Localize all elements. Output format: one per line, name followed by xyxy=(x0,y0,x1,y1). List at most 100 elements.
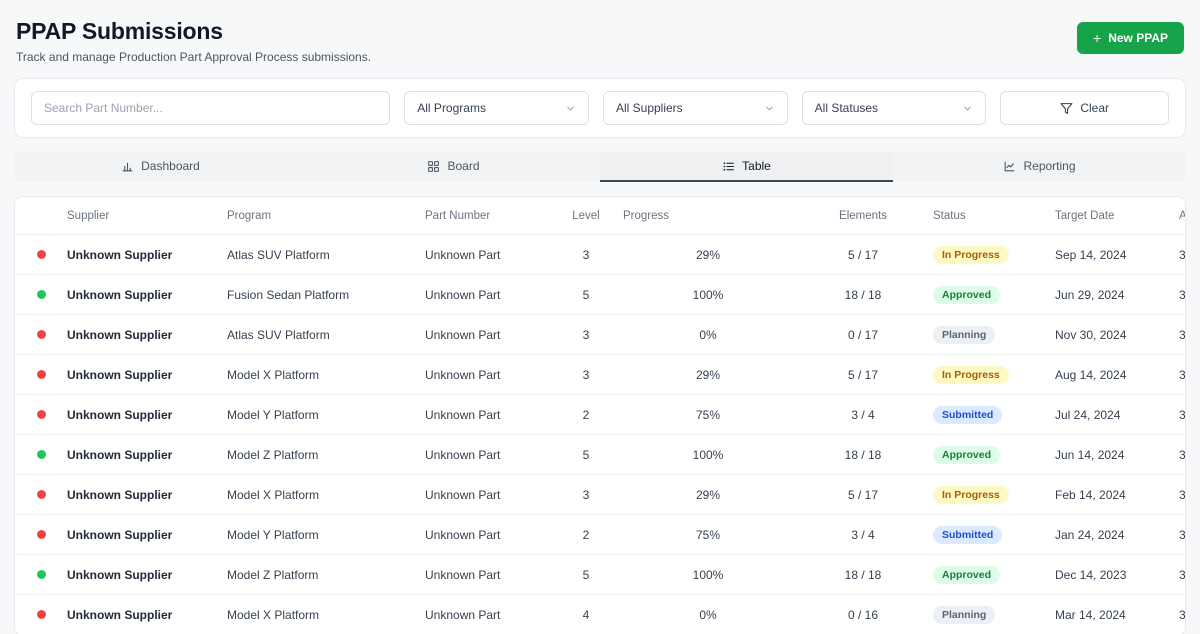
submissions-table: Supplier Program Part Number Level Progr… xyxy=(14,196,1186,634)
cell-elements: 18 / 18 xyxy=(844,447,882,462)
table-row[interactable]: Unknown Supplier Model Z Platform Unknown … xyxy=(15,555,1185,595)
cell-elements: 5 / 17 xyxy=(847,247,879,262)
cell-part-number: Unknown Part xyxy=(425,327,501,342)
status-dot xyxy=(15,448,61,462)
status-badge: Planning xyxy=(933,325,996,344)
cell-aging: 3d xyxy=(1179,367,1186,382)
table-row[interactable]: Unknown Supplier Model X Platform Unknown … xyxy=(15,595,1185,634)
cell-elements: 3 / 4 xyxy=(851,527,875,542)
cell-target-date: Aug 14, 2024 xyxy=(1055,367,1127,382)
cell-target-date: Nov 30, 2024 xyxy=(1055,327,1127,342)
status-badge: In Progress xyxy=(933,485,1009,504)
tab-board[interactable]: Board xyxy=(307,152,600,182)
cell-target-date: Jan 24, 2024 xyxy=(1055,527,1125,542)
cell-program: Model Y Platform xyxy=(227,527,319,542)
status-dot-icon xyxy=(37,409,46,419)
cell-progress: 0% xyxy=(699,608,717,622)
tab-reporting[interactable]: Reporting xyxy=(893,152,1186,182)
status-dot-icon xyxy=(37,449,46,459)
status-badge: Approved xyxy=(933,565,1001,584)
header-elements: Elements xyxy=(839,209,887,222)
programs-select[interactable]: All Programs xyxy=(404,91,589,125)
cell-supplier: Unknown Supplier xyxy=(67,608,173,622)
filters-bar: All Programs All Suppliers All Statuses … xyxy=(14,78,1186,138)
table-row[interactable]: Unknown Supplier Atlas SUV Platform Unknow… xyxy=(15,235,1185,275)
cell-progress: 100% xyxy=(692,567,724,582)
cell-supplier: Unknown Supplier xyxy=(67,447,173,462)
cell-program: Model X Platform xyxy=(227,608,320,622)
table-body: Unknown Supplier Atlas SUV Platform Unknow… xyxy=(15,235,1185,634)
cell-progress: 0% xyxy=(699,327,717,342)
cell-program: Model X Platform xyxy=(227,487,320,502)
header-level: Level xyxy=(572,209,600,222)
tab-reporting-label: Reporting xyxy=(1023,159,1076,173)
cell-target-date: Jul 24, 2024 xyxy=(1055,407,1121,422)
cell-aging: 3d xyxy=(1179,287,1186,302)
cell-elements: 3 / 4 xyxy=(851,407,875,422)
new-ppap-button[interactable]: + New PPAP xyxy=(1077,22,1184,54)
page-header-text: PPAP Submissions Track and manage Produc… xyxy=(16,18,371,64)
cell-target-date: Dec 14, 2023 xyxy=(1055,567,1127,582)
cell-program: Model Z Platform xyxy=(227,567,319,582)
cell-level: 3 xyxy=(582,367,590,382)
cell-aging: 3d xyxy=(1179,487,1186,502)
cell-part-number: Unknown Part xyxy=(425,367,501,382)
header-supplier: Supplier xyxy=(67,209,110,222)
statuses-select-value: All Statuses xyxy=(814,101,879,115)
status-badge: In Progress xyxy=(933,245,1009,264)
cell-supplier: Unknown Supplier xyxy=(67,327,173,342)
cell-program: Fusion Sedan Platform xyxy=(227,287,350,302)
new-ppap-button-label: New PPAP xyxy=(1108,31,1168,45)
status-dot-icon xyxy=(37,610,46,619)
status-dot xyxy=(15,248,61,262)
view-tabs: Dashboard Board Table Reporting xyxy=(14,152,1186,182)
status-dot-icon xyxy=(37,249,46,259)
header-aging: Aging xyxy=(1179,209,1186,222)
status-dot-icon xyxy=(37,569,46,579)
bar-chart-icon xyxy=(121,160,134,173)
cell-supplier: Unknown Supplier xyxy=(67,527,173,542)
table-list-icon xyxy=(722,160,735,173)
cell-status: Approved xyxy=(927,285,1049,304)
cell-part-number: Unknown Part xyxy=(425,247,501,262)
cell-aging: 3d xyxy=(1179,247,1186,262)
suppliers-select[interactable]: All Suppliers xyxy=(602,91,788,125)
cell-part-number: Unknown Part xyxy=(425,608,501,622)
search-input[interactable] xyxy=(31,91,391,125)
cell-aging: 3d xyxy=(1179,527,1186,542)
table-row[interactable]: Unknown Supplier Model X Platform Unknown … xyxy=(15,475,1185,515)
table-row[interactable]: Unknown Supplier Model Y Platform Unknown … xyxy=(15,395,1185,435)
status-dot-icon xyxy=(37,489,46,499)
tab-dashboard[interactable]: Dashboard xyxy=(14,152,307,182)
cell-level: 5 xyxy=(582,567,590,582)
cell-target-date: Mar 14, 2024 xyxy=(1055,608,1126,622)
cell-program: Model Z Platform xyxy=(227,447,319,462)
tab-table[interactable]: Table xyxy=(600,152,893,182)
cell-part-number: Unknown Part xyxy=(425,407,501,422)
cell-program: Model Y Platform xyxy=(227,407,319,422)
table-row[interactable]: Unknown Supplier Atlas SUV Platform Unknow… xyxy=(15,315,1185,355)
chevron-down-icon xyxy=(962,103,973,114)
cell-progress: 100% xyxy=(692,287,724,302)
status-dot-icon xyxy=(37,289,46,299)
cell-progress: 29% xyxy=(695,487,721,502)
statuses-select[interactable]: All Statuses xyxy=(801,91,987,125)
page-header: PPAP Submissions Track and manage Produc… xyxy=(14,14,1186,78)
cell-progress: 29% xyxy=(695,367,721,382)
cell-status: In Progress xyxy=(927,485,1049,504)
table-header-row: Supplier Program Part Number Level Progr… xyxy=(15,197,1185,235)
status-dot xyxy=(15,568,61,582)
table-row[interactable]: Unknown Supplier Model Z Platform Unknown … xyxy=(15,435,1185,475)
cell-supplier: Unknown Supplier xyxy=(67,247,173,262)
page-subtitle: Track and manage Production Part Approva… xyxy=(16,50,372,64)
cell-elements: 18 / 18 xyxy=(844,287,882,302)
cell-program: Model X Platform xyxy=(227,367,320,382)
clear-filters-button[interactable]: Clear xyxy=(1000,91,1170,125)
table-row[interactable]: Unknown Supplier Model Y Platform Unknown … xyxy=(15,515,1185,555)
chevron-down-icon xyxy=(764,103,775,114)
cell-supplier: Unknown Supplier xyxy=(67,407,173,422)
table-row[interactable]: Unknown Supplier Fusion Sedan Platform Unk… xyxy=(15,275,1185,315)
cell-elements: 5 / 17 xyxy=(847,487,879,502)
status-badge: Planning xyxy=(933,606,996,624)
table-row[interactable]: Unknown Supplier Model X Platform Unknown … xyxy=(15,355,1185,395)
